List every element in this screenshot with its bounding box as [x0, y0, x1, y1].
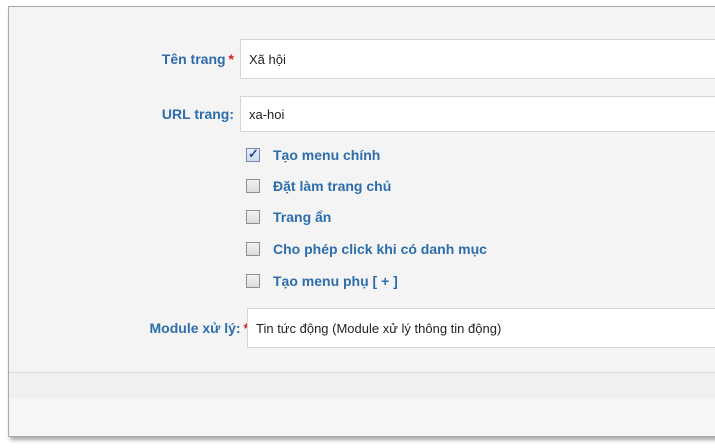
option-main-menu-label: Tạo menu chính [273, 147, 381, 163]
footer-area [9, 398, 715, 436]
page-url-label: URL trang: [161, 106, 234, 122]
module-label: Module xử lý:* [9, 320, 250, 338]
option-sub-menu[interactable]: Tạo menu phụ [ + ] [246, 271, 398, 291]
checkbox-homepage[interactable] [246, 179, 260, 193]
page-name-label: Tên trang * [161, 51, 234, 67]
option-homepage[interactable]: Đặt làm trang chủ [246, 176, 391, 196]
option-hidden-page[interactable]: Trang ẩn [246, 207, 331, 227]
page-url-input[interactable]: xa-hoi [240, 96, 715, 132]
module-select[interactable]: Tin tức động (Module xử lý thông tin độn… [247, 308, 715, 348]
footer-divider [9, 372, 715, 399]
page-url-value: xa-hoi [249, 106, 285, 122]
page-name-input[interactable]: Xã hội [240, 39, 715, 79]
option-homepage-label: Đặt làm trang chủ [273, 178, 392, 194]
option-allow-click-label: Cho phép click khi có danh mục [273, 241, 487, 257]
checkbox-sub-menu[interactable] [246, 274, 260, 288]
module-value: Tin tức động (Module xử lý thông tin độn… [256, 320, 502, 336]
page-name-value: Xã hội [249, 51, 286, 67]
required-mark: * [228, 51, 234, 67]
option-main-menu[interactable]: ✓ Tạo menu chính [246, 145, 380, 165]
checkbox-hidden-page[interactable] [246, 210, 260, 224]
checkbox-allow-click[interactable] [246, 242, 260, 256]
checkbox-main-menu[interactable]: ✓ [246, 146, 260, 162]
option-hidden-page-label: Trang ẩn [273, 209, 332, 225]
form-panel: Tên trang * Xã hội URL trang: xa-hoi ✓ Tạ… [8, 6, 715, 437]
option-sub-menu-label: Tạo menu phụ [ + ] [273, 273, 398, 289]
checkmark-icon: ✓ [248, 146, 259, 161]
option-allow-click[interactable]: Cho phép click khi có danh mục [246, 239, 487, 259]
